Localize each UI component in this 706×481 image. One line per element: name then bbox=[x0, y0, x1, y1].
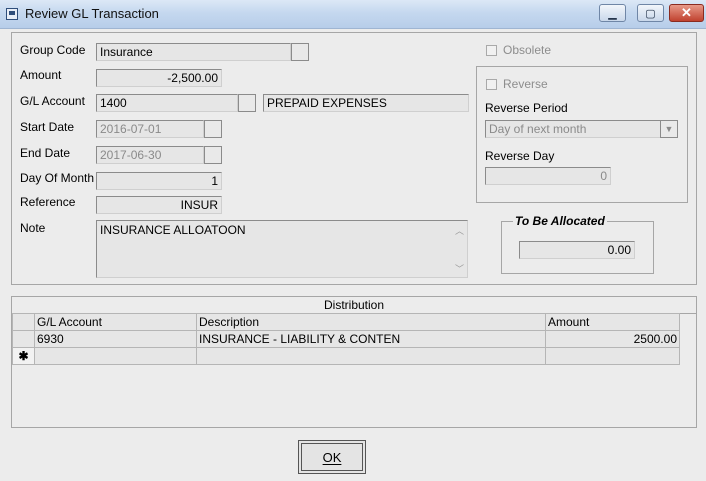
reverse-period-label: Reverse Period bbox=[485, 101, 568, 115]
reverse-day-field[interactable]: 0 bbox=[485, 167, 611, 185]
note-text: INSURANCE ALLOATOON bbox=[100, 223, 246, 237]
column-header-description[interactable]: Description bbox=[196, 313, 546, 331]
close-button[interactable]: ✕ bbox=[669, 4, 704, 22]
scroll-down-icon[interactable]: ﹀ bbox=[455, 262, 464, 275]
reverse-period-dropdown-button[interactable]: ▼ bbox=[660, 120, 678, 138]
minimize-icon: ▁ bbox=[608, 7, 617, 20]
new-row-icon[interactable]: ✱ bbox=[12, 347, 35, 365]
maximize-icon: ▢ bbox=[645, 7, 656, 20]
reverse-period-select[interactable]: Day of next month bbox=[485, 120, 661, 138]
group-code-field[interactable]: Insurance bbox=[96, 43, 291, 61]
app-icon bbox=[6, 8, 18, 20]
note-label: Note bbox=[20, 221, 46, 235]
row-selector[interactable] bbox=[12, 330, 35, 348]
reverse-day-label: Reverse Day bbox=[485, 149, 555, 163]
ok-button[interactable]: OK bbox=[298, 440, 366, 474]
end-date-field[interactable]: 2017-06-30 bbox=[96, 146, 204, 164]
obsolete-label: Obsolete bbox=[503, 43, 552, 57]
cell-description[interactable]: INSURANCE - LIABILITY & CONTEN bbox=[196, 330, 546, 348]
allocation-value: 0.00 bbox=[519, 241, 635, 259]
obsolete-checkbox[interactable] bbox=[486, 45, 497, 56]
group-code-dropdown-button[interactable] bbox=[291, 43, 309, 61]
cell-amount-new[interactable] bbox=[545, 347, 680, 365]
start-date-label: Start Date bbox=[20, 120, 75, 134]
reverse-checkbox[interactable] bbox=[486, 79, 497, 90]
cell-gl-account-new[interactable] bbox=[34, 347, 197, 365]
distribution-grid: Distribution G/L Account Description Amo… bbox=[11, 296, 697, 428]
end-date-label: End Date bbox=[20, 146, 71, 160]
amount-field[interactable]: -2,500.00 bbox=[96, 69, 222, 87]
end-date-picker-button[interactable] bbox=[204, 146, 222, 164]
distribution-title: Distribution bbox=[12, 297, 696, 314]
column-header-gl-account[interactable]: G/L Account bbox=[34, 313, 197, 331]
gl-account-label: G/L Account bbox=[20, 94, 85, 108]
start-date-field[interactable]: 2016-07-01 bbox=[96, 120, 204, 138]
close-icon: ✕ bbox=[681, 5, 692, 20]
scroll-up-icon[interactable]: ︿ bbox=[455, 224, 464, 237]
new-row[interactable]: ✱ bbox=[12, 347, 680, 365]
gl-account-lookup-button[interactable] bbox=[238, 94, 256, 112]
day-of-month-field[interactable]: 1 bbox=[96, 172, 222, 190]
column-header-amount[interactable]: Amount bbox=[545, 313, 680, 331]
group-code-label: Group Code bbox=[20, 43, 86, 57]
reverse-label: Reverse bbox=[503, 77, 548, 91]
table-row[interactable]: 6930 INSURANCE - LIABILITY & CONTEN 2500… bbox=[12, 330, 680, 348]
gl-account-field[interactable]: 1400 bbox=[96, 94, 238, 112]
start-date-picker-button[interactable] bbox=[204, 120, 222, 138]
cell-gl-account[interactable]: 6930 bbox=[34, 330, 197, 348]
reference-field[interactable]: INSUR bbox=[96, 196, 222, 214]
distribution-table: G/L Account Description Amount 6930 INSU… bbox=[12, 313, 680, 365]
reference-label: Reference bbox=[20, 195, 76, 209]
window-title: Review GL Transaction bbox=[25, 6, 159, 21]
gl-account-description: PREPAID EXPENSES bbox=[263, 94, 469, 112]
title-bar: Review GL Transaction ▁ ▢ ✕ bbox=[0, 0, 706, 29]
minimize-button[interactable]: ▁ bbox=[599, 4, 626, 22]
note-field[interactable]: INSURANCE ALLOATOON ︿ ﹀ bbox=[96, 220, 468, 278]
amount-label: Amount bbox=[20, 68, 62, 82]
table-header-row: G/L Account Description Amount bbox=[12, 313, 680, 331]
row-selector-header bbox=[12, 313, 35, 331]
maximize-button[interactable]: ▢ bbox=[637, 4, 664, 22]
cell-amount[interactable]: 2500.00 bbox=[545, 330, 680, 348]
allocation-title: To Be Allocated bbox=[513, 214, 607, 228]
day-of-month-label: Day Of Month bbox=[20, 171, 95, 185]
cell-description-new[interactable] bbox=[196, 347, 546, 365]
ok-button-label: OK bbox=[322, 449, 342, 465]
chevron-down-icon: ▼ bbox=[664, 124, 674, 134]
